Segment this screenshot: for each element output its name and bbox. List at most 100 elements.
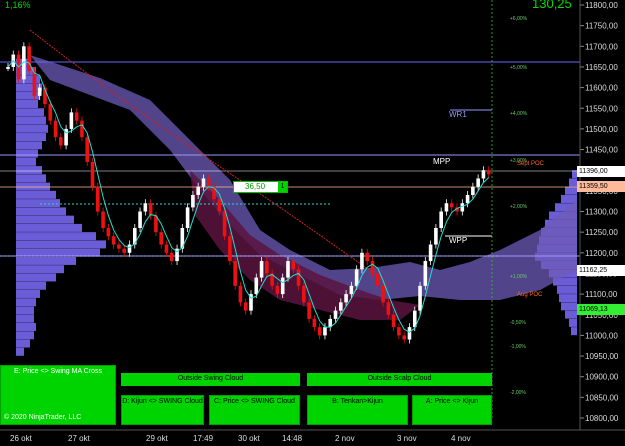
- strategy-b-button[interactable]: B: Tenkan>Kijun: [307, 395, 408, 425]
- volume-profile-bar: [16, 190, 56, 199]
- time-tick-label: 17:49: [193, 434, 214, 443]
- price-tick-label: 11250,00: [585, 228, 618, 237]
- candle: [370, 261, 375, 274]
- candle: [307, 302, 311, 319]
- price-tick-label: 11650,00: [585, 63, 618, 72]
- wpp-label: WPP: [449, 236, 468, 245]
- candle: [434, 228, 438, 245]
- pct-scale-label: +4,00%: [510, 111, 528, 117]
- pct-scale-label: +2,00%: [510, 204, 528, 210]
- time-tick-label: 29 okt: [146, 434, 169, 443]
- candle: [59, 137, 63, 146]
- volume-profile-bar: [569, 178, 577, 187]
- volume-profile-bar: [16, 232, 96, 241]
- volume-profile-bar: [16, 256, 76, 265]
- wr1-label: WR1: [449, 110, 467, 119]
- time-tick-label: 2 nov: [335, 434, 355, 443]
- volume-profile-bar: [16, 339, 30, 348]
- price-tag-3: 11162,25: [577, 265, 625, 276]
- volume-profile-bar: [16, 157, 36, 166]
- candle: [201, 178, 206, 187]
- candle: [312, 318, 317, 328]
- candle: [296, 269, 301, 286]
- pct-scale-label: -1,00%: [510, 344, 526, 350]
- price-tick-label: 10850,00: [585, 393, 619, 402]
- candle: [344, 294, 348, 303]
- candle: [481, 170, 486, 179]
- strategy-c-button[interactable]: C: Price <> SWING Cloud: [209, 395, 300, 425]
- candle: [185, 207, 190, 229]
- volume-profile-bar: [16, 149, 38, 158]
- volume-profile-bar: [16, 265, 64, 274]
- price-tick-label: 11000,00: [585, 331, 618, 340]
- chart-window: 11800,00 11750,00 11700,00 11650,00 11600,00…: [0, 0, 625, 446]
- volume-profile-bar: [16, 331, 34, 340]
- volume-profile-bar: [16, 273, 56, 282]
- candle: [317, 327, 322, 336]
- volume-profile-bar: [16, 215, 74, 224]
- strategy-a-button[interactable]: A: Price <> Kijun: [412, 395, 492, 425]
- time-tick-label: 27 okt: [68, 434, 91, 443]
- candle: [428, 244, 433, 262]
- volume-profile-bar: [16, 133, 46, 142]
- candle: [238, 285, 243, 303]
- candle: [259, 261, 264, 278]
- price-tick-label: 10800,00: [585, 414, 619, 423]
- candle: [349, 285, 354, 295]
- volume-profile-bar: [16, 182, 50, 191]
- candle: [439, 211, 443, 229]
- candle: [122, 248, 127, 253]
- pct-scale-label: -0,50%: [510, 320, 526, 326]
- candle: [106, 228, 111, 237]
- candle: [444, 203, 449, 212]
- candle: [323, 327, 327, 336]
- candle: [402, 335, 406, 340]
- candle: [143, 203, 148, 212]
- candle: [48, 104, 53, 121]
- candle: [265, 261, 269, 274]
- counter-box[interactable]: 36,50 1: [233, 181, 288, 193]
- candle: [460, 203, 465, 212]
- candle: [206, 178, 211, 187]
- candle: [280, 277, 285, 295]
- volume-profile-bar: [16, 116, 46, 125]
- candle: [74, 112, 79, 121]
- price-tick-label: 11500,00: [585, 125, 618, 134]
- aug-poc-label: Aug POC: [517, 292, 543, 298]
- volume-profile-bar: [16, 281, 46, 290]
- candle: [375, 273, 380, 286]
- candle: [360, 252, 364, 270]
- candle: [471, 186, 475, 195]
- volume-profile-bar: [559, 294, 577, 303]
- candle: [354, 269, 359, 286]
- candle: [233, 261, 237, 286]
- candle: [32, 71, 37, 96]
- price-tick-label: 10950,00: [585, 352, 619, 361]
- candle: [80, 120, 84, 138]
- pct-scale-label: +6,00%: [510, 16, 528, 22]
- volume-profile-bar: [16, 99, 38, 108]
- candle: [333, 310, 338, 319]
- volume-profile-bar: [16, 240, 106, 249]
- volume-profile-bar: [565, 186, 577, 195]
- swing-cloud-header: Outside Swing Cloud: [121, 373, 300, 386]
- candle: [111, 236, 116, 245]
- volume-profile-bar: [16, 91, 40, 100]
- volume-profile-bar: [16, 199, 60, 208]
- candle: [169, 252, 174, 262]
- price-tick-label: 11450,00: [585, 146, 618, 155]
- candle: [254, 277, 259, 295]
- time-tick-label: 26 okt: [10, 434, 33, 443]
- strategy-d-button[interactable]: D: Kijun <> SWING Cloud: [121, 395, 204, 425]
- volume-profile-bar: [16, 207, 66, 216]
- counter-value: 36,50: [245, 182, 266, 191]
- volume-profile-bar: [561, 194, 577, 203]
- candle: [164, 244, 169, 253]
- candle: [275, 285, 280, 295]
- candle: [148, 203, 153, 216]
- time-tick-label: 4 nov: [451, 434, 471, 443]
- price-tick-label: 10900,00: [585, 373, 619, 382]
- volume-profile-bar: [16, 248, 100, 257]
- volume-profile-bar: [571, 327, 577, 336]
- volume-profile-bar: [16, 347, 24, 356]
